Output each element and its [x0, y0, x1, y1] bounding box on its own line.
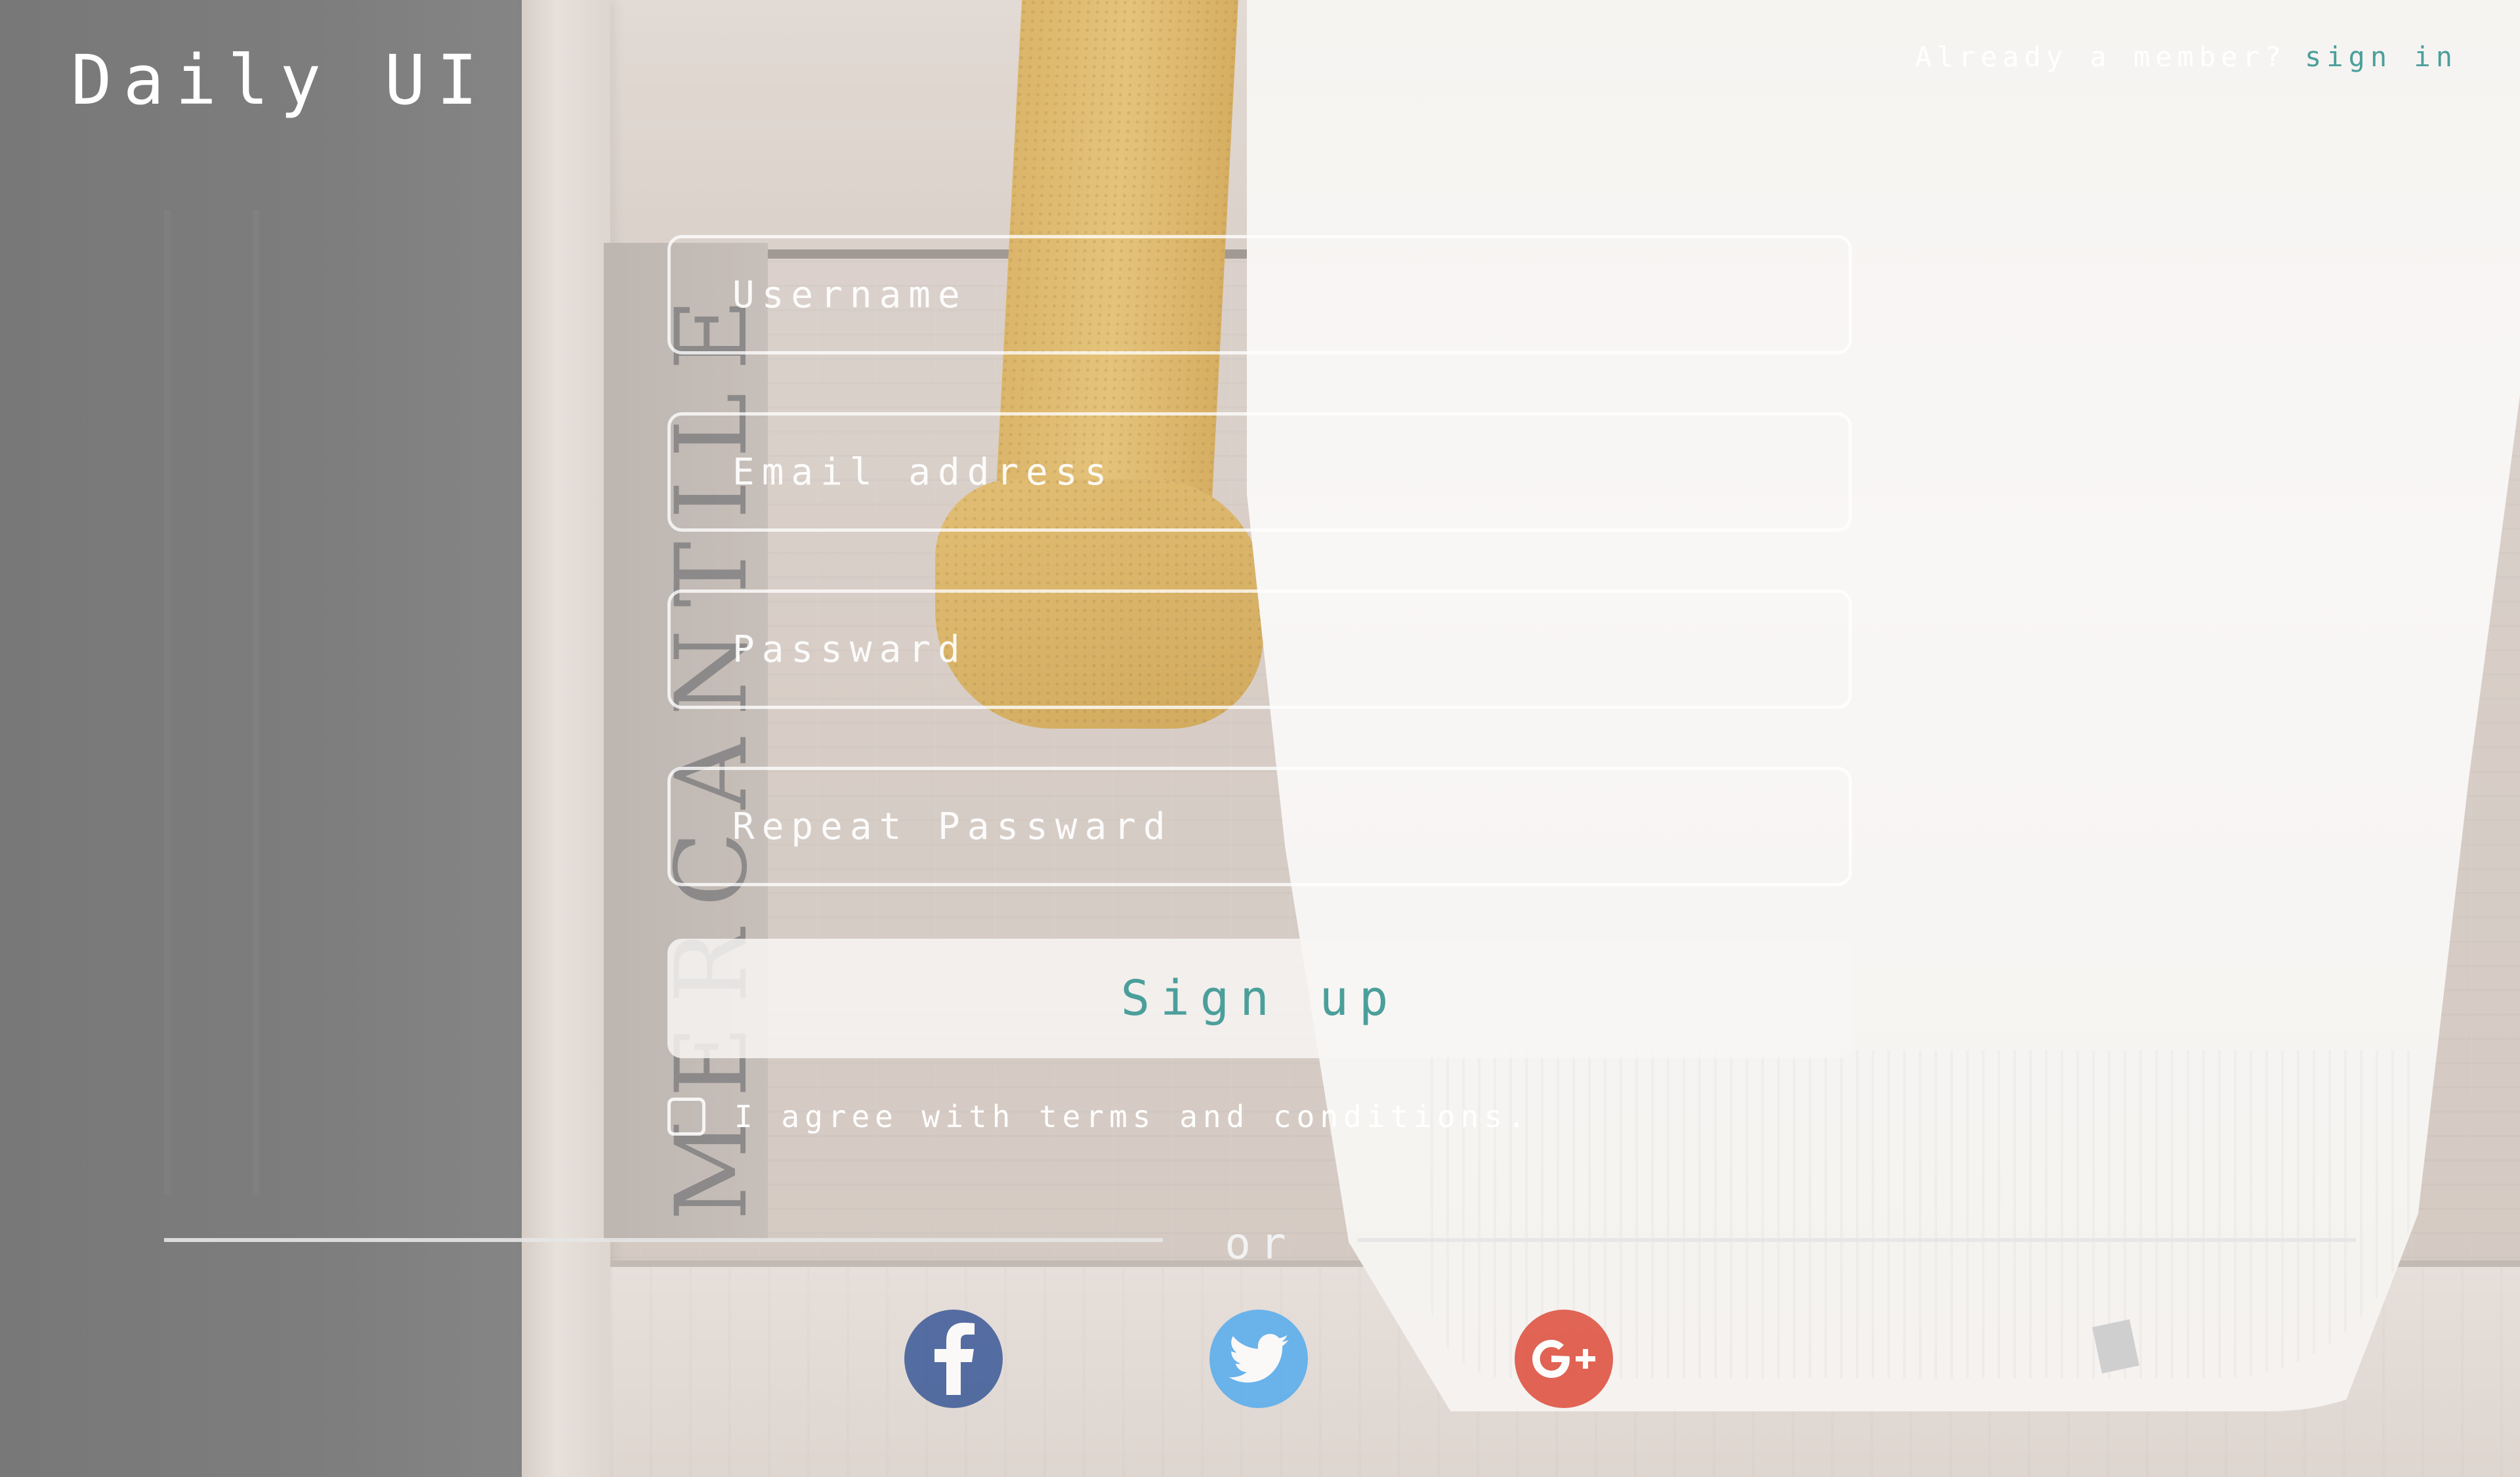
social-login-row	[0, 1310, 2520, 1408]
member-prompt-text: Already a member?	[1915, 41, 2286, 73]
username-field-box	[667, 235, 1852, 354]
twitter-icon	[1228, 1334, 1289, 1383]
password-field-box	[667, 589, 1852, 709]
facebook-icon	[934, 1323, 975, 1395]
or-divider: or	[164, 1218, 2356, 1269]
sign-up-button[interactable]: Sign up	[667, 939, 1852, 1058]
email-field-box	[667, 412, 1852, 532]
google-plus-login-button[interactable]	[1515, 1310, 1613, 1408]
email-input[interactable]	[731, 450, 1849, 494]
twitter-login-button[interactable]	[1209, 1310, 1308, 1408]
terms-checkbox[interactable]	[667, 1098, 705, 1136]
repeat-password-field-box	[667, 767, 1852, 886]
divider-line-left	[164, 1238, 1163, 1242]
divider-line-right	[1357, 1238, 2356, 1242]
signup-form: Sign up I agree with terms and condition…	[667, 235, 1852, 1136]
password-input[interactable]	[731, 627, 1849, 672]
divider-label: or	[1225, 1218, 1295, 1269]
member-prompt-bar: Already a member? sign in	[1915, 41, 2458, 74]
terms-row: I agree with terms and conditions.	[667, 1098, 1852, 1136]
sign-in-link[interactable]: sign in	[2305, 41, 2458, 73]
facebook-login-button[interactable]	[904, 1310, 1003, 1408]
terms-label: I agree with terms and conditions.	[734, 1099, 1531, 1134]
google-plus-icon	[1532, 1340, 1595, 1378]
brand-title: Daily UI	[71, 40, 489, 120]
username-input[interactable]	[731, 272, 1849, 317]
repeat-password-input[interactable]	[731, 804, 1849, 849]
